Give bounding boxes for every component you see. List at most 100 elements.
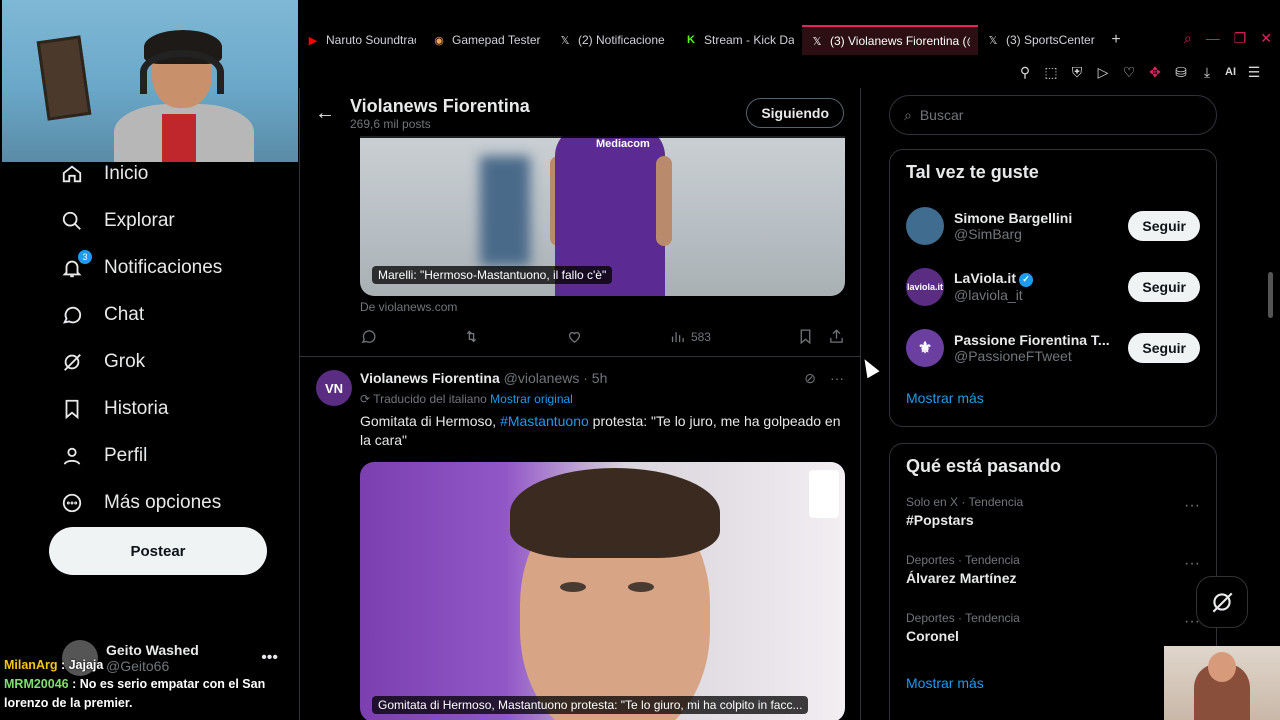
heart-icon[interactable]: ♡ (1121, 64, 1137, 81)
timeline: ← Violanews Fiorentina 269,6 mil posts S… (299, 88, 861, 720)
tweet-media-image[interactable]: Gomitata di Hermoso, Mastantuono protest… (360, 462, 845, 720)
search-icon (60, 209, 84, 233)
trend-item[interactable]: Solo en X · Tendencia #Popstars ··· (890, 489, 1216, 547)
more-icon[interactable]: ··· (1184, 497, 1200, 515)
x-icon: 𝕏 (560, 34, 570, 47)
sidebar-item-perfil[interactable]: Perfil (0, 432, 298, 479)
more-icon[interactable]: ··· (1184, 555, 1200, 573)
heart-icon (568, 332, 581, 343)
sidebar-item-grok[interactable]: Grok (0, 338, 298, 385)
coppa-italia-logo (809, 470, 839, 518)
verified-badge-icon: ✓ (1018, 272, 1033, 287)
browser-tabbar: ▶ Naruto Soundtrac ◉ Gamepad Tester 𝕏 (2… (298, 24, 1280, 56)
person-icon (60, 444, 84, 468)
browser-toolbar: ⚲ ⬚ ⛨ ▷ ♡ ✥ ⛁ ⤓ AI ☰ (298, 58, 1280, 86)
search-tabs-icon[interactable]: ⌕ (1184, 30, 1192, 47)
x-icon: 𝕏 (812, 35, 822, 48)
link-card-title: Marelli: "Hermoso-Mastantuono, il fallo … (372, 266, 613, 284)
browser-tab[interactable]: ◉ Gamepad Tester (424, 25, 550, 55)
avatar: ⚜ (906, 328, 944, 367)
avatar[interactable]: VN (316, 370, 352, 406)
suggested-user[interactable]: ⚜ Passione Fiorentina T... @PassioneFTwe… (890, 317, 1216, 378)
like-button[interactable] (566, 328, 583, 345)
bookmark-icon (800, 329, 811, 345)
suggested-user[interactable]: laviola.it LaViola.it ✓ @laviola_it Segui… (890, 256, 1216, 317)
pin-icon[interactable]: ⚲ (1017, 64, 1033, 81)
follow-button[interactable]: Seguir (1128, 332, 1200, 363)
sidebar-item-notificaciones[interactable]: 3 Notificaciones (0, 244, 298, 291)
kick-icon: K (687, 34, 695, 46)
background-player (480, 156, 530, 266)
maximize-icon[interactable]: ❐ (1234, 30, 1247, 47)
grok-floating-button[interactable] (1196, 576, 1248, 628)
views-button[interactable]: 583 (669, 328, 711, 345)
grok-icon (1212, 592, 1233, 613)
sidebar-item-inicio[interactable]: Inicio (0, 150, 298, 197)
repost-icon (466, 330, 477, 343)
play-icon[interactable]: ▷ (1095, 64, 1111, 81)
panel-title: Qué está pasando (906, 456, 1062, 476)
hashtag-link[interactable]: #Mastantuono (500, 413, 589, 429)
follow-button[interactable]: Seguir (1128, 210, 1200, 241)
profile-header: ← Violanews Fiorentina 269,6 mil posts S… (300, 88, 860, 138)
more-circle-icon (60, 491, 84, 515)
back-arrow-icon[interactable]: ← (300, 102, 350, 125)
sidebar-item-explorar[interactable]: Explorar (0, 197, 298, 244)
panel-title: Tal vez te guste (906, 162, 1039, 182)
new-tab-button[interactable]: + (1104, 31, 1128, 49)
close-icon[interactable]: ✕ (1260, 30, 1272, 47)
browser-tab[interactable]: ▶ Naruto Soundtrac (298, 25, 424, 55)
link-card-title: Gomitata di Hermoso, Mastantuono protest… (372, 696, 809, 714)
screenshot-icon[interactable]: ⬚ (1043, 64, 1059, 81)
reply-icon (361, 330, 376, 344)
sidebar-item-mas-opciones[interactable]: Más opciones (0, 479, 298, 526)
minimize-icon[interactable]: — (1206, 30, 1220, 47)
tweet-author-name[interactable]: Violanews Fiorentina (360, 370, 500, 386)
repost-button[interactable] (463, 328, 480, 345)
suggested-user[interactable]: Simone Bargellini @SimBarg Seguir (890, 195, 1216, 256)
scrollbar[interactable] (1268, 272, 1273, 318)
following-button[interactable]: Siguiendo (746, 98, 844, 128)
reply-button[interactable] (360, 328, 377, 345)
post-button[interactable]: Postear (49, 527, 267, 575)
tweet-actions: 583 (360, 328, 845, 345)
who-to-follow-panel: Tal vez te guste Simone Bargellini @SimB… (889, 149, 1217, 427)
extensions-icon[interactable]: ✥ (1147, 64, 1163, 81)
tweet-header: Violanews Fiorentina @violanews · 5h (360, 370, 607, 386)
link-source[interactable]: De violanews.com (360, 300, 457, 314)
chat-message: MRM20046 : No es serio empatar con el Sa… (4, 677, 266, 710)
browser-tab[interactable]: K Stream - Kick Da (676, 25, 802, 55)
browser-tab[interactable]: 𝕏 (2) Notificacione (550, 25, 676, 55)
follow-button[interactable]: Seguir (1128, 271, 1200, 302)
shield-icon[interactable]: ⛨ (1069, 64, 1085, 81)
wallet-icon[interactable]: ⛁ (1173, 64, 1189, 81)
player-eye (628, 582, 654, 592)
trend-item[interactable]: Deportes · Tendencia Álvarez Martínez ··… (890, 547, 1216, 605)
browser-tab[interactable]: 𝕏 (3) SportsCenter (978, 25, 1104, 55)
ai-button[interactable]: AI (1225, 66, 1236, 78)
sidebar-item-chat[interactable]: Chat (0, 291, 298, 338)
webcam-overlay (2, 0, 298, 162)
search-input[interactable]: ⌕ Buscar (889, 95, 1217, 135)
menu-icon[interactable]: ☰ (1246, 64, 1262, 81)
person-head (1208, 652, 1236, 682)
stream-chat-overlay: MilanArg : Jajaja MRM20046 : No es serio… (4, 656, 294, 713)
post-count: 269,6 mil posts (350, 116, 431, 131)
tweet-media-image[interactable]: Mediacom Marelli: "Hermoso-Mastantuono, … (360, 136, 845, 296)
download-icon[interactable]: ⤓ (1199, 64, 1215, 81)
more-icon[interactable]: ··· (830, 370, 844, 387)
grok-icon[interactable]: ⊘ (804, 370, 816, 387)
tweet-time[interactable]: · 5h (583, 370, 607, 386)
x-icon: 𝕏 (988, 34, 998, 47)
show-more-link[interactable]: Mostrar más (890, 378, 1216, 418)
divider (300, 356, 860, 357)
show-original-link[interactable]: Mostrar original (490, 392, 573, 406)
avatar (906, 206, 944, 245)
avatar: laviola.it (906, 267, 944, 306)
player-arm (656, 156, 672, 246)
browser-tab-active[interactable]: 𝕏 (3) Violanews Fiorentina (@ (802, 25, 978, 55)
gamepad-icon: ◉ (434, 34, 444, 47)
bookmark-icon (60, 397, 84, 421)
tweet-author-handle[interactable]: @violanews (504, 370, 580, 386)
sidebar-item-historia[interactable]: Historia (0, 385, 298, 432)
